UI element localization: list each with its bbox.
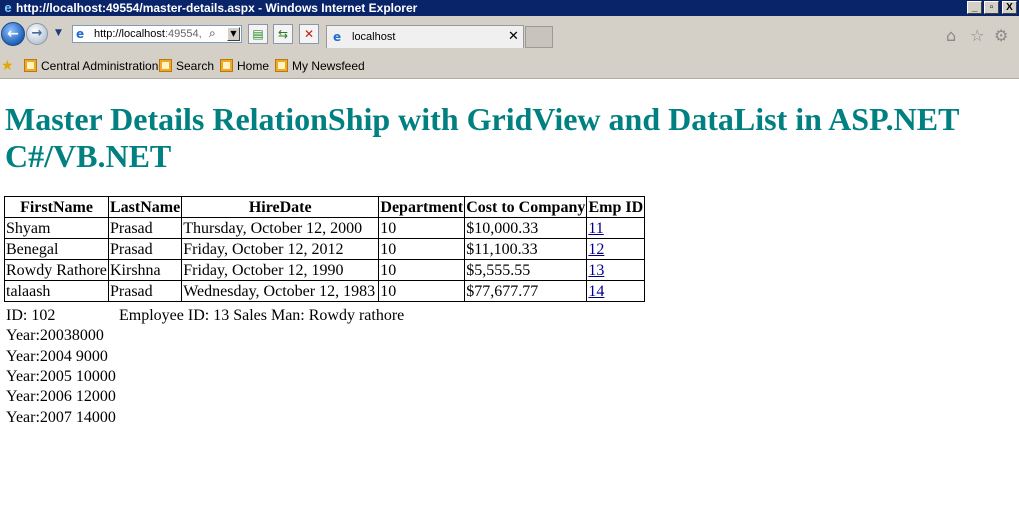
cell-lastname: Prasad	[107, 217, 183, 239]
table-row: Benegal Prasad Friday, October 12, 2012 …	[4, 238, 646, 260]
cell-emp-id: 14	[586, 280, 646, 302]
favorite-home[interactable]: Home	[220, 59, 269, 75]
refresh-icon: ⇆	[277, 27, 289, 41]
address-dropdown-icon[interactable]: ▼	[227, 27, 240, 41]
stop-button[interactable]: ✕	[299, 24, 319, 44]
new-tab-button[interactable]	[525, 26, 553, 48]
navigation-bar: ← → ▼ e http://localhost:49554, ⌕ ▼ ▤ ⇆ …	[0, 16, 1019, 56]
page-icon: e	[76, 27, 85, 41]
favorites-bar: ★ Central Administration Search Home My …	[0, 56, 1019, 79]
cell-cost: $11,100.33	[464, 238, 588, 260]
favorite-my-newsfeed[interactable]: My Newsfeed	[275, 59, 365, 75]
column-header-hiredate: HireDate	[181, 196, 380, 218]
year-list-item: Year:2005 10000	[6, 368, 116, 385]
close-window-button[interactable]: X	[1002, 1, 1017, 14]
gear-icon[interactable]: ⚙	[994, 26, 1008, 45]
favorites-star-icon[interactable]: ☆	[970, 26, 984, 45]
table-row: talaash Prasad Wednesday, October 12, 19…	[4, 280, 646, 302]
cell-department: 10	[378, 238, 466, 260]
cell-firstname: Rowdy Rathore	[4, 259, 109, 281]
favorite-page-icon	[220, 59, 233, 72]
favorite-page-icon	[159, 59, 172, 72]
maximize-button[interactable]: ▫	[984, 1, 999, 14]
cell-lastname: Kirshna	[107, 259, 183, 281]
compatibility-view-button[interactable]: ▤	[248, 24, 268, 44]
cell-hiredate: Friday, October 12, 1990	[181, 259, 380, 281]
cell-lastname: Prasad	[107, 238, 183, 260]
window-title: http://localhost:49554/master-details.as…	[16, 1, 418, 15]
favorite-search[interactable]: Search	[159, 59, 214, 75]
favorites-add-icon[interactable]: ★	[1, 58, 14, 74]
page-title: Master Details RelationShip with GridVie…	[5, 101, 959, 174]
forward-button[interactable]: →	[26, 23, 48, 45]
cell-department: 10	[378, 217, 466, 239]
detail-employee-line: Employee ID: 13 Sales Man: Rowdy rathore	[119, 307, 405, 324]
back-arrow-icon: ←	[7, 26, 19, 42]
detail-id-line: ID: 102	[6, 307, 56, 324]
year-list-item: Year:2007 14000	[6, 409, 116, 426]
tab-page-icon: e	[333, 30, 342, 44]
column-header-department: Department	[378, 196, 466, 218]
cell-hiredate: Friday, October 12, 2012	[181, 238, 380, 260]
emp-id-link[interactable]: 12	[588, 241, 604, 258]
cell-cost: $77,677.77	[464, 280, 588, 302]
table-row: Shyam Prasad Thursday, October 12, 2000 …	[4, 217, 646, 239]
window-title-bar: e http://localhost:49554/master-details.…	[0, 0, 1019, 16]
favorite-central-administration[interactable]: Central Administration	[24, 59, 158, 75]
history-dropdown-icon[interactable]: ▼	[55, 28, 62, 38]
cell-hiredate: Thursday, October 12, 2000	[181, 217, 380, 239]
emp-id-link[interactable]: 11	[588, 220, 603, 237]
cell-firstname: Benegal	[4, 238, 109, 260]
cell-cost: $5,555.55	[464, 259, 588, 281]
favorite-page-icon	[275, 59, 288, 72]
cell-firstname: talaash	[4, 280, 109, 302]
forward-arrow-icon: →	[31, 26, 43, 41]
cell-department: 10	[378, 259, 466, 281]
cell-emp-id: 11	[586, 217, 646, 239]
refresh-button[interactable]: ⇆	[273, 24, 293, 44]
ie-logo-icon: e	[4, 0, 12, 15]
search-icon[interactable]: ⌕	[209, 26, 216, 41]
cell-cost: $10,000.33	[464, 217, 588, 239]
cell-emp-id: 12	[586, 238, 646, 260]
employee-gridview: FirstName LastName HireDate Department C…	[4, 196, 646, 302]
favorite-page-icon	[24, 59, 37, 72]
cell-lastname: Prasad	[107, 280, 183, 302]
emp-id-link[interactable]: 14	[588, 283, 604, 300]
tab-close-icon[interactable]: ✕	[508, 29, 519, 44]
minimize-button[interactable]: _	[967, 1, 982, 14]
column-header-emp-id: Emp ID	[586, 196, 646, 218]
emp-id-link[interactable]: 13	[588, 262, 604, 279]
column-header-lastname: LastName	[107, 196, 183, 218]
cell-department: 10	[378, 280, 466, 302]
cell-firstname: Shyam	[4, 217, 109, 239]
year-list-item: Year:20038000	[6, 327, 104, 344]
tab-localhost[interactable]: e localhost ✕	[326, 25, 524, 48]
back-button[interactable]: ←	[1, 22, 25, 46]
table-header-row: FirstName LastName HireDate Department C…	[4, 196, 646, 218]
cell-emp-id: 13	[586, 259, 646, 281]
address-url[interactable]: http://localhost:49554,	[94, 28, 202, 40]
column-header-firstname: FirstName	[4, 196, 109, 218]
stop-icon: ✕	[303, 27, 315, 41]
home-icon[interactable]: ⌂	[946, 26, 956, 45]
tab-label: localhost	[352, 31, 396, 43]
address-bar[interactable]: e http://localhost:49554, ⌕ ▼	[72, 25, 242, 43]
compatibility-icon: ▤	[252, 27, 264, 41]
year-list-item: Year:2004 9000	[6, 348, 108, 365]
cell-hiredate: Wednesday, October 12, 1983	[181, 280, 380, 302]
table-row: Rowdy Rathore Kirshna Friday, October 12…	[4, 259, 646, 281]
column-header-cost-to-company: Cost to Company	[464, 196, 588, 218]
year-list-item: Year:2006 12000	[6, 388, 116, 405]
